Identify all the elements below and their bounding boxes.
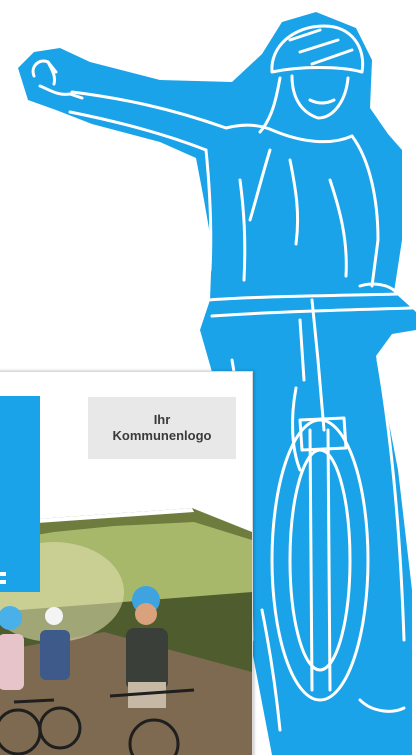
poster-headline-mark xyxy=(0,580,6,584)
poster-preview: Ihr Kommunenlogo xyxy=(0,371,253,755)
municipality-logo-placeholder: Ihr Kommunenlogo xyxy=(88,397,236,459)
logo-placeholder-line2: Kommunenlogo xyxy=(112,428,212,443)
ad-stage: Ihr Kommunenlogo xyxy=(0,0,416,755)
poster-headline-block xyxy=(0,396,40,592)
logo-placeholder-line1: Ihr xyxy=(153,412,171,427)
poster-headline-mark xyxy=(0,572,6,576)
